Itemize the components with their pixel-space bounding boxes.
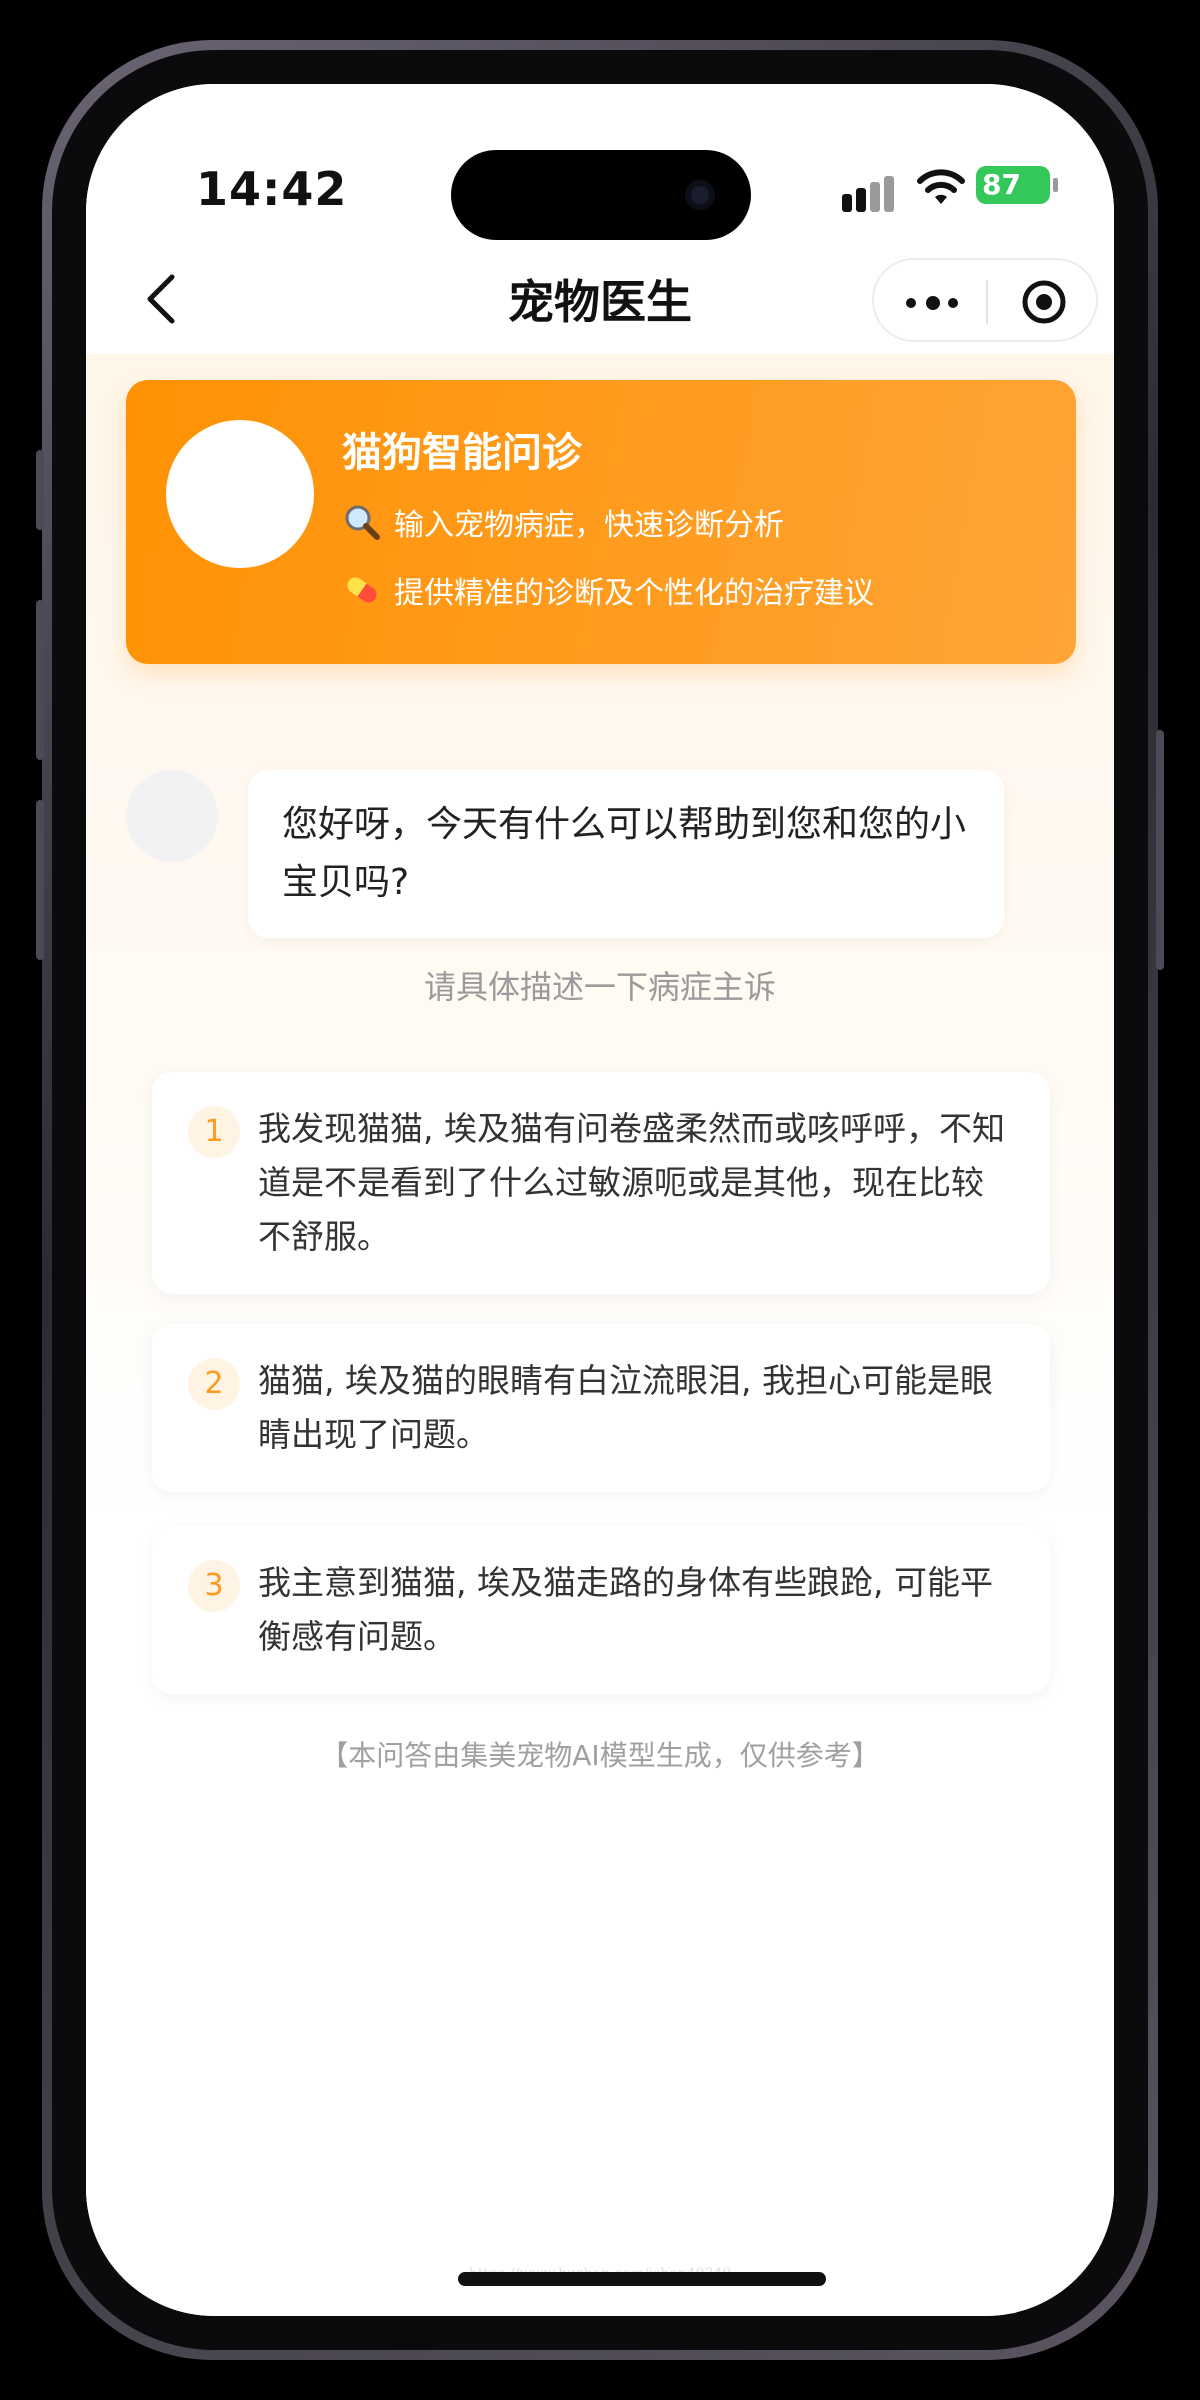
doctor-avatar [166, 420, 314, 568]
chat-content: 猫狗智能问诊 输入宠物病症，快速诊断分析 提供精准的诊断及个性化的治疗建议 您好… [86, 354, 1114, 2316]
dynamic-island [451, 150, 751, 240]
banner-feature-diagnose: 输入宠物病症，快速诊断分析 [342, 500, 784, 544]
magnifier-icon [345, 505, 380, 540]
pill-icon [347, 577, 377, 603]
bot-avatar [126, 770, 218, 862]
power-button [1156, 730, 1164, 970]
signal-icon [842, 172, 902, 212]
question-number-badge: 1 [188, 1106, 240, 1158]
banner-line-1: 输入宠物病症，快速诊断分析 [394, 508, 784, 543]
ai-disclaimer: 【本问答由集美宠物AI模型生成，仅供参考】 [320, 1739, 880, 1772]
intro-banner: 猫狗智能问诊 输入宠物病症，快速诊断分析 提供精准的诊断及个性化的治疗建议 [126, 380, 1076, 664]
suggested-question-2[interactable]: 2 猫猫, 埃及猫的眼睛有白泣流眼泪, 我担心可能是眼睛出现了问题。 [152, 1324, 1050, 1492]
greeting-bubble: 您好呀，今天有什么可以帮助到您和您的小宝贝吗? [248, 770, 1004, 938]
status-time: 14:42 [196, 162, 348, 216]
volume-down-button [36, 800, 44, 960]
wifi-icon [917, 169, 965, 204]
more-dot-icon [948, 298, 958, 308]
mini-program-capsule [872, 258, 1098, 342]
battery-indicator: 87 [976, 166, 1058, 204]
question-text: 我发现猫猫, 埃及猫有问卷盛柔然而或咳呼呼，不知道是不是看到了什么过敏源呃或是其… [258, 1109, 1005, 1256]
describe-hint: 请具体描述一下病症主诉 [423, 968, 776, 1006]
status-bar: 14:42 87 [86, 84, 1114, 244]
close-miniprogram-button[interactable] [1020, 278, 1068, 326]
screen: 14:42 87 宠物医生 猫狗智能问诊 输入宠物病症，快速诊断分析 提供精准的… [86, 84, 1114, 2316]
banner-line-2: 提供精准的诊断及个性化的治疗建议 [394, 576, 874, 611]
home-indicator[interactable] [458, 2272, 826, 2286]
question-number-badge: 2 [188, 1358, 240, 1410]
question-text: 我主意到猫猫, 埃及猫走路的身体有些踉跄, 可能平衡感有问题。 [258, 1563, 993, 1656]
more-dot-icon [906, 298, 916, 308]
question-text: 猫猫, 埃及猫的眼睛有白泣流眼泪, 我担心可能是眼睛出现了问题。 [258, 1361, 993, 1454]
battery-level: 87 [982, 168, 1021, 201]
camera-icon [685, 180, 715, 210]
suggested-question-3[interactable]: 3 我主意到猫猫, 埃及猫走路的身体有些踉跄, 可能平衡感有问题。 [152, 1526, 1050, 1694]
action-button [36, 450, 44, 530]
question-number-badge: 3 [188, 1560, 240, 1612]
banner-feature-treatment: 提供精准的诊断及个性化的治疗建议 [342, 568, 874, 612]
volume-up-button [36, 600, 44, 760]
phone-frame: 14:42 87 宠物医生 猫狗智能问诊 输入宠物病症，快速诊断分析 提供精准的… [36, 40, 1164, 2360]
more-dot-icon [926, 296, 940, 310]
banner-title: 猫狗智能问诊 [342, 430, 582, 476]
suggested-question-1[interactable]: 1 我发现猫猫, 埃及猫有问卷盛柔然而或咳呼呼，不知道是不是看到了什么过敏源呃或… [152, 1072, 1050, 1294]
more-button[interactable] [904, 282, 964, 322]
navigation-bar: 宠物医生 [86, 244, 1114, 354]
capsule-divider [986, 280, 988, 324]
